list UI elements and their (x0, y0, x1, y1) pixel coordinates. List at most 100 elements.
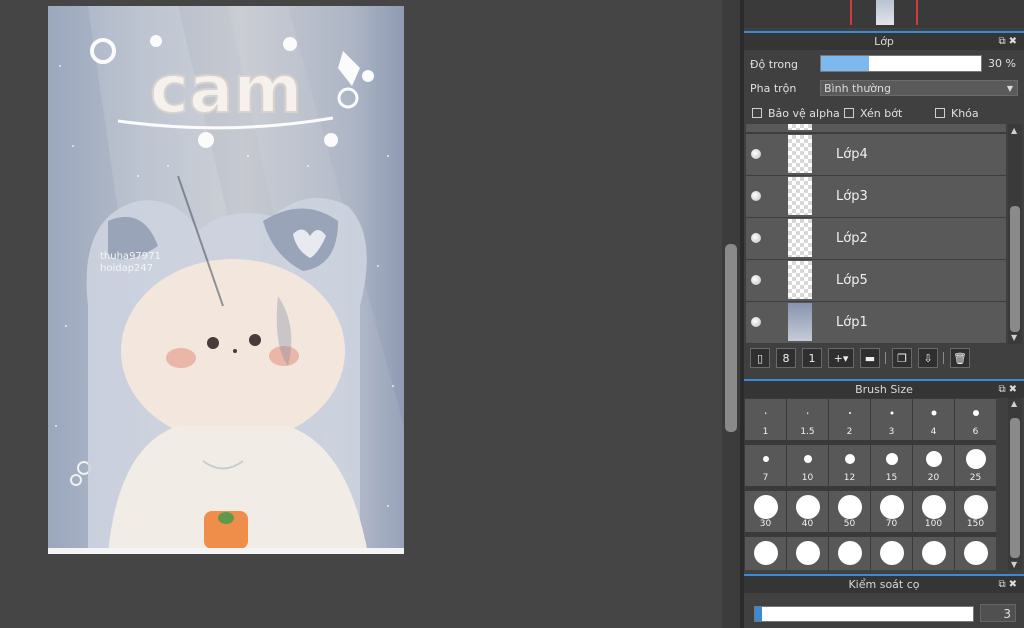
layer-row[interactable]: Lớp5 (746, 260, 1006, 302)
restore-icon[interactable]: ⧉ (998, 36, 1008, 47)
brush-size-cell[interactable]: 100 (913, 491, 954, 532)
brush-size-cell[interactable] (829, 537, 870, 570)
brush-size-panel-title: Brush Size (855, 383, 913, 396)
eye-icon[interactable] (751, 317, 761, 327)
brush-size-dot (925, 451, 942, 467)
layer-thumbnail (788, 219, 812, 257)
canvas-scroll-thumb[interactable] (725, 244, 737, 432)
new-layer-8bit-icon[interactable]: 8 (776, 348, 796, 368)
brush-size-cell[interactable]: 2 (829, 399, 870, 440)
brush-size-label: 1 (762, 427, 769, 437)
scroll-up-icon[interactable]: ▲ (1011, 399, 1017, 408)
brush-size-label: 1.5 (800, 427, 815, 437)
restore-icon[interactable]: ⧉ (998, 384, 1008, 395)
brush-size-label: 100 (924, 519, 943, 529)
eye-icon[interactable] (751, 149, 761, 159)
clipping-checkbox[interactable]: Xén bớt (844, 107, 902, 120)
brush-size-dot (762, 456, 769, 462)
brush-size-cell[interactable] (955, 537, 996, 570)
brush-size-label: 4 (930, 427, 937, 437)
new-layer-1bit-icon[interactable]: 1 (802, 348, 822, 368)
close-icon[interactable]: ✖ (1009, 579, 1020, 590)
add-layer-menu-icon[interactable]: +▾ (828, 348, 854, 368)
brush-size-cell[interactable]: 1.5 (787, 399, 828, 440)
eye-icon[interactable] (751, 233, 761, 243)
brush-size-dot (963, 541, 988, 565)
opacity-slider[interactable] (820, 55, 982, 72)
brush-size-cell[interactable] (787, 537, 828, 570)
brush-size-cell[interactable]: 25 (955, 445, 996, 486)
folder-icon[interactable]: ▬ (860, 348, 880, 368)
brush-scroll-thumb[interactable] (1010, 418, 1020, 558)
new-layer-icon[interactable]: ▯ (750, 348, 770, 368)
brush-size-cell[interactable]: 6 (955, 399, 996, 440)
brush-size-cell[interactable]: 20 (913, 445, 954, 486)
scroll-down-icon[interactable]: ▼ (1011, 333, 1017, 342)
brush-size-scrollbar[interactable]: ▲ ▼ (1008, 398, 1022, 570)
brush-size-cell[interactable]: 15 (871, 445, 912, 486)
layer-panel-header[interactable]: Lớp ⧉✖ (744, 31, 1024, 50)
checkbox-box[interactable] (935, 108, 945, 118)
layer-row[interactable]: Lớp1 (746, 302, 1006, 344)
brush-size-label: 40 (801, 519, 814, 529)
right-panels: Lớp ⧉✖ Độ trong 30 % Pha trộn Bình thườn… (744, 0, 1024, 628)
brush-size-cell[interactable]: 4 (913, 399, 954, 440)
layer-list-scrollbar[interactable]: ▲ ▼ (1008, 124, 1022, 344)
brush-size-dot (879, 541, 904, 565)
brush-size-cell[interactable]: 3 (871, 399, 912, 440)
brush-control-slider[interactable] (754, 606, 974, 622)
restore-icon[interactable]: ⧉ (998, 579, 1008, 590)
brush-size-label: 7 (762, 473, 769, 483)
brush-size-cell[interactable]: 10 (787, 445, 828, 486)
clipping-label: Xén bớt (860, 107, 903, 120)
blend-mode-select[interactable]: Bình thường ▼ (820, 80, 1018, 96)
brush-size-cell[interactable]: 12 (829, 445, 870, 486)
layer-row-partial[interactable] (746, 124, 1006, 133)
layer-row[interactable]: Lớp3 (746, 176, 1006, 218)
close-icon[interactable]: ✖ (1009, 384, 1020, 395)
brush-control-slider-fill (755, 607, 762, 621)
duplicate-layer-icon[interactable]: ❐ (892, 348, 912, 368)
canvas-vertical-scrollbar[interactable] (722, 0, 740, 628)
brush-control-value[interactable]: 3 (980, 604, 1016, 622)
eye-icon[interactable] (751, 275, 761, 285)
canvas-area[interactable]: cam thuha97971 hoidap247 (0, 0, 722, 628)
brush-size-dot (837, 541, 862, 565)
layer-row[interactable]: Lớp4 (746, 134, 1006, 176)
trash-icon[interactable]: 🗑 (950, 348, 970, 368)
brush-size-cell[interactable]: 30 (745, 491, 786, 532)
artwork-bottom-edge (48, 548, 404, 554)
brush-size-cell[interactable]: 150 (955, 491, 996, 532)
protect-alpha-checkbox[interactable]: Bảo vệ alpha (752, 107, 840, 120)
brush-control-panel-header[interactable]: Kiểm soát cọ ⧉✖ (744, 574, 1024, 593)
close-icon[interactable]: ✖ (1009, 36, 1020, 47)
brush-size-cell[interactable]: 40 (787, 491, 828, 532)
brush-size-cell[interactable] (913, 537, 954, 570)
brush-size-cell[interactable]: 1 (745, 399, 786, 440)
brush-size-cell[interactable] (871, 537, 912, 570)
navigator-strip[interactable] (744, 0, 1024, 28)
navigator-viewport-frame[interactable] (850, 0, 918, 25)
brush-size-dot (806, 412, 809, 414)
brush-size-cell[interactable]: 70 (871, 491, 912, 532)
lock-checkbox[interactable]: Khóa (935, 107, 979, 120)
brush-size-label: 50 (843, 519, 856, 529)
layer-list[interactable]: Lớp4 Lớp3 Lớp2 Lớp5 Lớp1 (746, 124, 1006, 344)
brush-size-dot (803, 455, 812, 463)
brush-size-dot (931, 410, 936, 416)
checkbox-box[interactable] (844, 108, 854, 118)
merge-layer-icon[interactable]: ⇩ (918, 348, 938, 368)
eye-icon[interactable] (751, 191, 761, 201)
checkbox-box[interactable] (752, 108, 762, 118)
scroll-up-icon[interactable]: ▲ (1011, 126, 1017, 135)
brush-size-cell[interactable]: 7 (745, 445, 786, 486)
layer-scroll-thumb[interactable] (1010, 206, 1020, 332)
artwork-canvas[interactable]: cam thuha97971 hoidap247 (48, 6, 404, 554)
layer-row[interactable]: Lớp2 (746, 218, 1006, 260)
layer-name: Lớp2 (836, 231, 868, 246)
brush-size-cell[interactable]: 50 (829, 491, 870, 532)
brush-size-panel-header[interactable]: Brush Size ⧉✖ (744, 379, 1024, 398)
brush-size-grid[interactable]: 1 1.5 2 3 4 6 7 10 12 15 20 25 30 40 50 70 100 150 (744, 398, 996, 570)
brush-size-cell[interactable] (745, 537, 786, 570)
scroll-down-icon[interactable]: ▼ (1011, 560, 1017, 569)
